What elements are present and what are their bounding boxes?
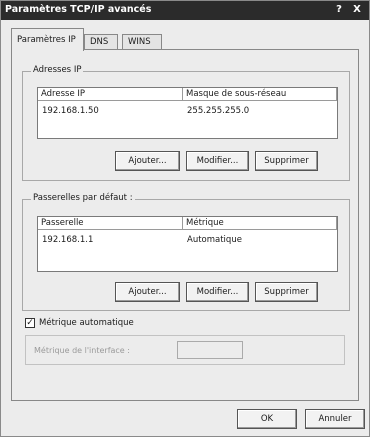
subnet-mask-value: 255.255.255.0 (187, 106, 250, 116)
cancel-button[interactable]: Annuler (305, 409, 365, 429)
tab-wins[interactable]: WINS (122, 34, 162, 50)
column-header-ip-address[interactable]: Adresse IP (38, 88, 183, 101)
tab-parametres-ip[interactable]: Paramètres IP (11, 28, 84, 51)
auto-metric-checkbox[interactable]: ✓ (25, 318, 35, 328)
ip-address-list[interactable]: Adresse IP Masque de sous-réseau 192.168… (37, 87, 338, 139)
interface-metric-input (177, 341, 243, 359)
ip-addresses-group-title: Adresses IP (31, 65, 84, 75)
edit-gateway-button[interactable]: Modifier... (186, 282, 249, 302)
remove-gateway-button[interactable]: Supprimer (255, 282, 318, 302)
tcpip-advanced-dialog: Paramètres TCP/IP avancés ? X Paramètres… (0, 0, 370, 437)
auto-metric-label[interactable]: Métrique automatique (39, 318, 134, 328)
add-gateway-button[interactable]: Ajouter... (115, 282, 180, 302)
interface-metric-label: Métrique de l'interface : (34, 346, 130, 355)
column-header-gateway[interactable]: Passerelle (38, 217, 183, 230)
gateway-list[interactable]: Passerelle Métrique 192.168.1.1 Automati… (37, 216, 338, 272)
gateways-group-title: Passerelles par défaut : (31, 193, 135, 203)
tab-dns[interactable]: DNS (84, 34, 118, 50)
remove-ip-button[interactable]: Supprimer (255, 151, 318, 171)
ok-button[interactable]: OK (237, 409, 297, 429)
gateway-value: 192.168.1.1 (42, 235, 94, 245)
interface-metric-box: Métrique de l'interface : (25, 335, 345, 365)
metric-value: Automatique (187, 235, 242, 245)
gateways-group: Passerelles par défaut : Passerelle Métr… (22, 193, 350, 311)
edit-ip-button[interactable]: Modifier... (186, 151, 249, 171)
column-header-metric[interactable]: Métrique (183, 217, 337, 230)
close-button[interactable]: X (349, 3, 365, 17)
title-bar: Paramètres TCP/IP avancés ? X (1, 1, 369, 20)
column-header-subnet-mask[interactable]: Masque de sous-réseau (183, 88, 337, 101)
help-button[interactable]: ? (331, 3, 347, 17)
dialog-title: Paramètres TCP/IP avancés (5, 4, 152, 15)
add-ip-button[interactable]: Ajouter... (115, 151, 180, 171)
ip-addresses-group: Adresses IP Adresse IP Masque de sous-ré… (22, 65, 350, 181)
ip-address-value: 192.168.1.50 (42, 106, 99, 116)
